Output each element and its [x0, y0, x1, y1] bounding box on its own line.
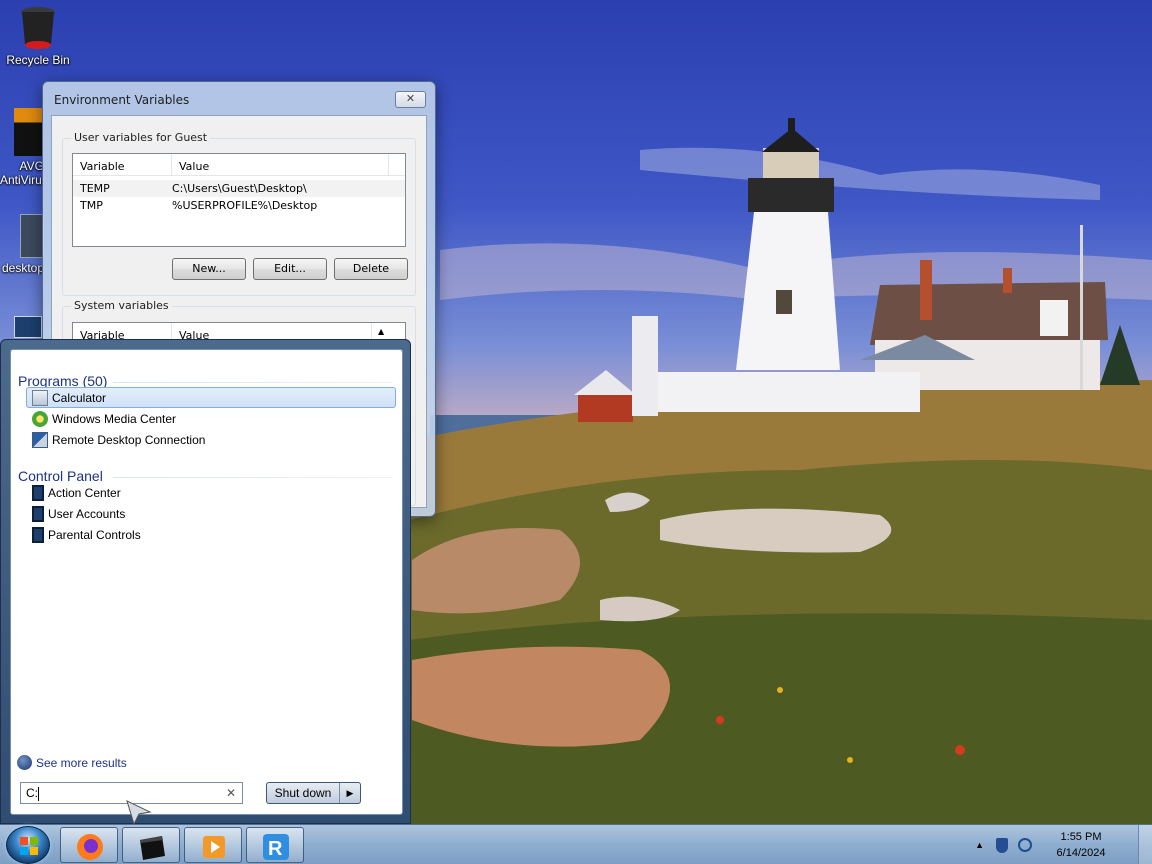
close-button[interactable]: ✕	[395, 91, 426, 108]
variable-value: %USERPROFILE%\Desktop	[172, 199, 318, 212]
list-row[interactable]: TMP %USERPROFILE%\Desktop	[73, 197, 405, 214]
see-more-label: See more results	[36, 755, 127, 770]
clock-date: 6/14/2024	[1056, 847, 1106, 859]
taskbar-terminal[interactable]	[122, 827, 180, 863]
result-label: User Accounts	[48, 506, 126, 521]
user-variables-title: User variables for Guest	[71, 131, 211, 144]
system-variables-title: System variables	[71, 299, 172, 312]
result-label: Calculator	[52, 390, 107, 405]
delete-button[interactable]: Delete	[334, 258, 408, 280]
shutdown-options-arrow-icon[interactable]: ▶	[340, 783, 360, 803]
text-cursor	[38, 786, 39, 801]
media-center-icon	[32, 410, 48, 427]
show-hidden-icons-icon[interactable]: ▲	[975, 840, 984, 850]
terminal-icon	[140, 836, 165, 860]
desktop-icon-desktop-file[interactable]: desktop	[0, 214, 44, 275]
result-windows-media-center[interactable]: Windows Media Center	[26, 408, 396, 429]
result-label: Parental Controls	[48, 527, 141, 542]
desktop-icon-label: Recycle Bin	[6, 53, 70, 67]
result-parental-controls[interactable]: Parental Controls	[26, 524, 396, 545]
shutdown-button[interactable]: Shut down	[267, 783, 340, 803]
taskbar-vnc[interactable]: R	[246, 827, 304, 863]
result-label: Action Center	[48, 485, 121, 500]
parental-controls-icon	[32, 526, 44, 543]
column-header-value[interactable]: Value	[172, 154, 389, 175]
result-remote-desktop-connection[interactable]: Remote Desktop Connection	[26, 429, 396, 450]
start-menu: Programs (50) Calculator Windows Media C…	[0, 339, 411, 824]
calculator-icon	[32, 389, 48, 406]
avg-antivirus-icon	[14, 108, 42, 156]
desktop-icon-recycle-bin[interactable]: Recycle Bin	[0, 6, 76, 67]
result-label: Remote Desktop Connection	[52, 432, 206, 447]
desktop-icon-label: desktop	[1, 261, 44, 275]
clear-search-icon[interactable]: ✕	[226, 783, 236, 803]
search-value: C:	[26, 786, 38, 800]
variable-name: TEMP	[80, 182, 110, 195]
column-header-variable[interactable]: Variable	[73, 154, 172, 175]
list-row[interactable]: TEMP C:\Users\Guest\Desktop\	[73, 180, 405, 197]
user-variables-list[interactable]: Variable Value TEMP C:\Users\Guest\Deskt…	[72, 153, 406, 247]
firefox-icon	[77, 834, 103, 860]
desktop-file-icon	[20, 214, 44, 258]
desktop-icon-label: AVG AntiVirus	[0, 159, 44, 187]
result-label: Windows Media Center	[52, 411, 177, 426]
divider	[113, 477, 393, 478]
remote-desktop-icon	[32, 431, 48, 448]
shortcut-icon	[14, 316, 42, 338]
system-clock[interactable]: 1:55 PM 6/14/2024	[1044, 829, 1118, 861]
close-icon: ✕	[405, 93, 416, 105]
desktop-icon-avg[interactable]: AVG AntiVirus	[0, 108, 44, 187]
result-action-center[interactable]: Action Center	[26, 482, 396, 503]
user-accounts-icon	[32, 505, 44, 522]
notification-area: ▲ 1:55 PM 6/14/2024	[975, 825, 1152, 864]
security-shield-icon[interactable]	[996, 837, 1008, 853]
see-more-results-link[interactable]: See more results	[17, 755, 127, 770]
mouse-cursor-icon	[126, 800, 152, 826]
search-results-panel: Programs (50) Calculator Windows Media C…	[10, 349, 403, 815]
recycle-bin-icon	[20, 6, 56, 50]
window-title: Environment Variables	[54, 93, 190, 107]
desktop-icon-shortcut[interactable]	[0, 316, 44, 341]
divider	[113, 382, 393, 383]
variable-value: C:\Users\Guest\Desktop\	[172, 182, 307, 195]
variable-name: TMP	[80, 199, 103, 212]
edit-button[interactable]: Edit...	[253, 258, 327, 280]
action-center-icon	[32, 484, 44, 501]
vnc-icon: R	[263, 834, 289, 860]
windows-logo-icon	[20, 837, 38, 855]
media-player-icon	[203, 836, 225, 858]
result-user-accounts[interactable]: User Accounts	[26, 503, 396, 524]
show-desktop-button[interactable]	[1138, 825, 1152, 864]
taskbar-media-player[interactable]	[184, 827, 242, 863]
list-header: Variable Value	[73, 154, 405, 176]
svg-text:R: R	[268, 838, 283, 860]
clock-time: 1:55 PM	[1060, 831, 1102, 843]
taskbar-firefox[interactable]	[60, 827, 118, 863]
network-icon[interactable]	[1018, 838, 1032, 852]
new-button[interactable]: New...	[172, 258, 246, 280]
result-calculator[interactable]: Calculator	[26, 387, 396, 408]
taskbar: R ▲ 1:55 PM 6/14/2024	[0, 824, 1152, 864]
search-globe-icon	[17, 755, 32, 770]
shutdown-button-group: Shut down ▶	[266, 782, 361, 804]
start-button[interactable]	[6, 826, 50, 864]
